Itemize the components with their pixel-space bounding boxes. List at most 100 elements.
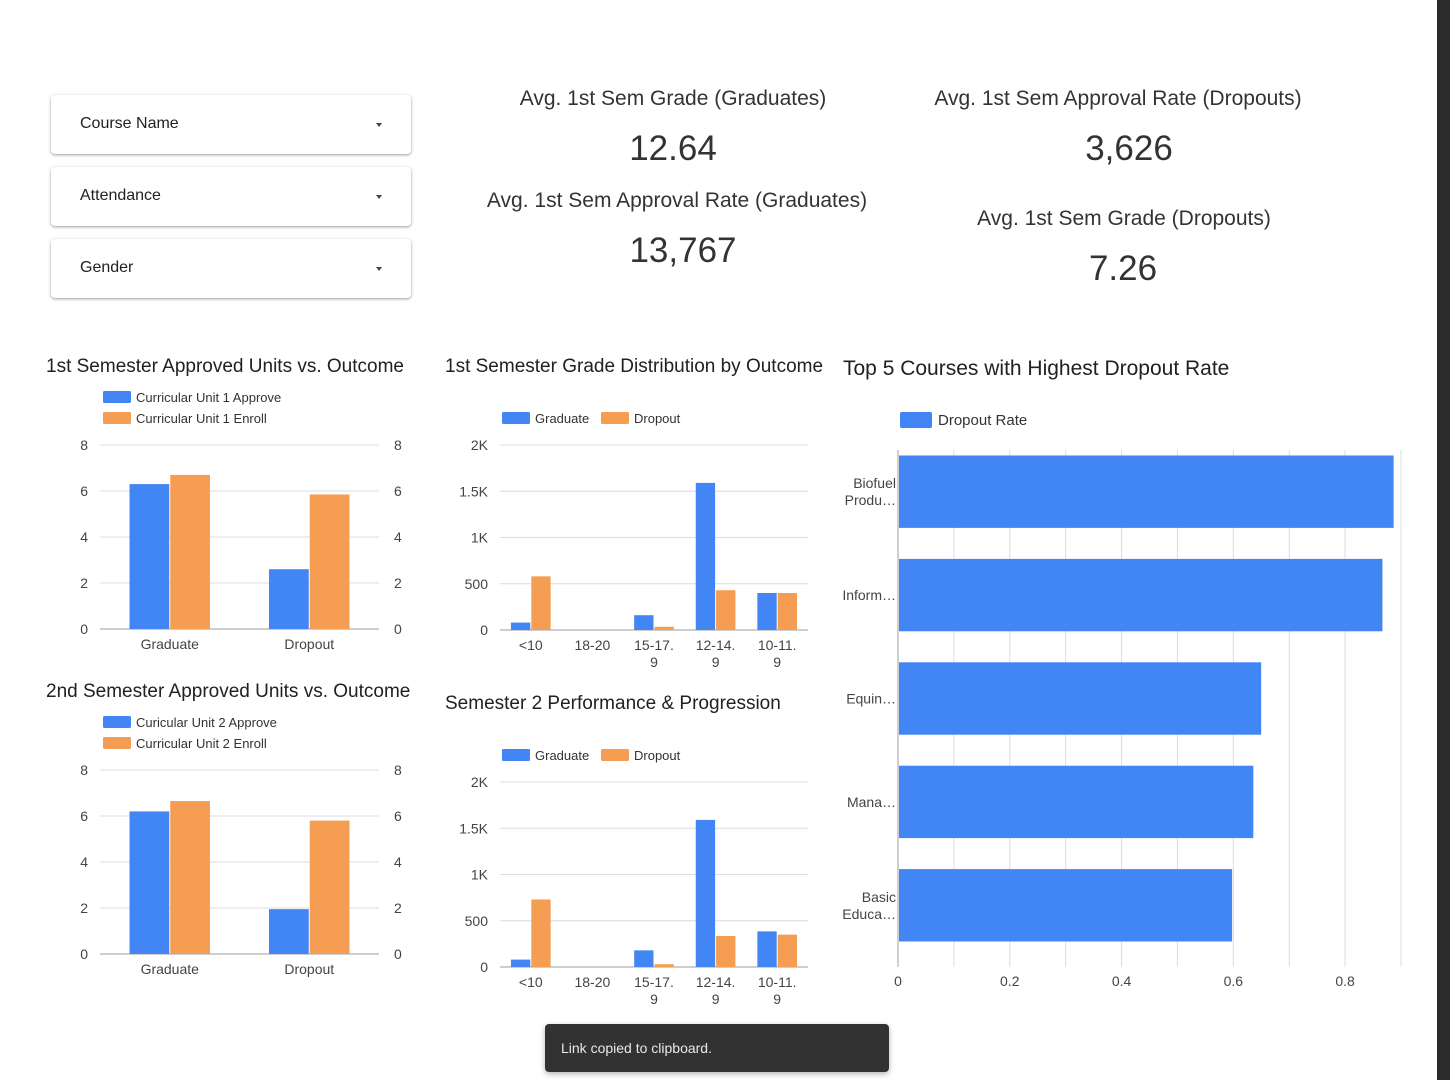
scorecard-value: 12.64 — [629, 129, 717, 168]
gender-filter[interactable]: Gender — [51, 239, 411, 298]
bar — [510, 959, 531, 967]
bar — [309, 494, 350, 629]
scorecard-title: Avg. 1st Sem Approval Rate (Graduates) — [486, 189, 868, 212]
y-tick-label: 2K — [471, 774, 489, 790]
legend-swatch — [601, 749, 629, 761]
bar — [654, 626, 674, 630]
legend-swatch — [103, 412, 131, 424]
x-tick-label: 0.2 — [1000, 973, 1020, 989]
y2-tick-label: 8 — [394, 762, 402, 778]
bar — [695, 819, 716, 967]
y-tick-label: 6 — [80, 808, 88, 824]
x-tick-label: 15-17. 9 — [634, 974, 674, 1007]
legend-label: Curicular Unit 2 Approve — [136, 715, 277, 730]
chart-title-sem1-grades: 1st Semester Grade Distribution by Outco… — [445, 356, 824, 377]
scorecard-title: Avg. 1st Sem Approval Rate (Dropouts) — [934, 87, 1302, 110]
sem2-units-chart: Curicular Unit 2 Approve Curricular Unit … — [80, 715, 402, 977]
y-tick-label: 4 — [80, 529, 88, 545]
bar — [634, 615, 654, 630]
x-tick-label: 10-11. 9 — [758, 637, 797, 670]
scrollbar[interactable] — [1437, 0, 1450, 1080]
legend-label: Curricular Unit 1 Enroll — [136, 411, 267, 426]
scorecard-title: Avg. 1st Sem Grade (Graduates) — [519, 87, 827, 110]
scorecard-title: Avg. 1st Sem Grade (Dropouts) — [977, 207, 1271, 230]
y2-tick-label: 0 — [394, 946, 402, 962]
bar — [757, 931, 777, 967]
bar — [757, 593, 777, 630]
x-tick-label: 18-20 — [574, 637, 610, 653]
y-tick-label: 2 — [80, 575, 88, 591]
x-tick-label: 0.8 — [1335, 973, 1355, 989]
y2-tick-label: 4 — [394, 529, 402, 545]
legend-label: Dropout — [634, 748, 681, 763]
y-tick-label: 1.5K — [459, 483, 488, 499]
y-tick-label: 0 — [80, 946, 88, 962]
legend-label: Graduate — [535, 411, 589, 426]
scorecard-value: 3,626 — [1085, 129, 1173, 168]
x-tick-label: 15-17. 9 — [634, 637, 674, 670]
toast-message: Link copied to clipboard. — [561, 1040, 712, 1056]
y-tick-label: 6 — [80, 483, 88, 499]
y2-tick-label: 2 — [394, 900, 402, 916]
x-tick-label: 10-11. 9 — [758, 974, 797, 1007]
sem1-units-chart: Curricular Unit 1 Approve Curricular Unit… — [80, 390, 402, 652]
y2-tick-label: 4 — [394, 854, 402, 870]
y-tick-label: 500 — [465, 913, 489, 929]
legend-swatch — [900, 412, 932, 428]
bar — [170, 801, 210, 954]
legend-swatch — [601, 412, 629, 424]
bar — [716, 936, 736, 967]
x-tick-label: 0.6 — [1224, 973, 1244, 989]
legend-swatch — [502, 412, 530, 424]
scorecard-value: 13,767 — [629, 231, 737, 270]
bar — [899, 662, 1262, 735]
course-name-filter-label: Course Name — [80, 115, 179, 132]
legend-swatch — [103, 716, 131, 728]
bar — [634, 950, 654, 967]
x-tick-label: 18-20 — [574, 974, 610, 990]
y-tick-label: 2 — [80, 900, 88, 916]
x-tick-label: Dropout — [284, 961, 334, 977]
bar — [129, 811, 170, 954]
x-tick-label: <10 — [519, 637, 543, 653]
attendance-filter-label: Attendance — [80, 187, 161, 204]
y2-tick-label: 0 — [394, 621, 402, 637]
bar — [269, 909, 309, 954]
y2-tick-label: 6 — [394, 808, 402, 824]
dropdown-arrow-icon — [376, 267, 382, 271]
y-tick-label: 1K — [471, 867, 489, 883]
bar — [899, 455, 1394, 528]
chart-title-sem2-units: 2nd Semester Approved Units vs. Outcome — [46, 681, 411, 702]
bar — [531, 899, 551, 967]
y-tick-label: Equin… — [846, 691, 896, 707]
x-tick-label: 12-14. 9 — [696, 974, 736, 1007]
x-tick-label: Graduate — [141, 961, 200, 977]
legend-swatch — [103, 391, 131, 403]
legend-label: Curricular Unit 2 Enroll — [136, 736, 267, 751]
y-tick-label: Basic Educa… — [842, 889, 896, 922]
gender-filter-label: Gender — [80, 259, 134, 276]
legend-label: Dropout — [634, 411, 681, 426]
x-tick-label: Dropout — [284, 636, 334, 652]
toast-notification: Link copied to clipboard. — [545, 1024, 889, 1072]
y-tick-label: Mana… — [847, 794, 896, 810]
y-tick-label: 8 — [80, 437, 88, 453]
y2-tick-label: 6 — [394, 483, 402, 499]
legend-label: Graduate — [535, 748, 589, 763]
y-tick-label: 0 — [80, 621, 88, 637]
bar — [695, 482, 716, 630]
legend-swatch — [103, 737, 131, 749]
sem2-perf-chart: Graduate Dropout 0 500 1K 1.5K 2K <10 18-20 15-17… — [459, 748, 808, 1007]
x-tick-label: Graduate — [141, 636, 200, 652]
bar — [531, 576, 551, 630]
attendance-filter[interactable]: Attendance — [51, 167, 411, 226]
y2-tick-label: 8 — [394, 437, 402, 453]
bar — [777, 934, 798, 967]
bar — [510, 622, 531, 630]
bar — [899, 558, 1383, 632]
course-name-filter[interactable]: Course Name — [51, 95, 411, 154]
sem1-grades-chart: Graduate Dropout 0 500 1K 1.5K 2K <10 18-20 15-17… — [459, 411, 808, 670]
x-tick-label: 0 — [894, 973, 902, 989]
y2-tick-label: 2 — [394, 575, 402, 591]
legend-label: Dropout Rate — [938, 412, 1027, 429]
